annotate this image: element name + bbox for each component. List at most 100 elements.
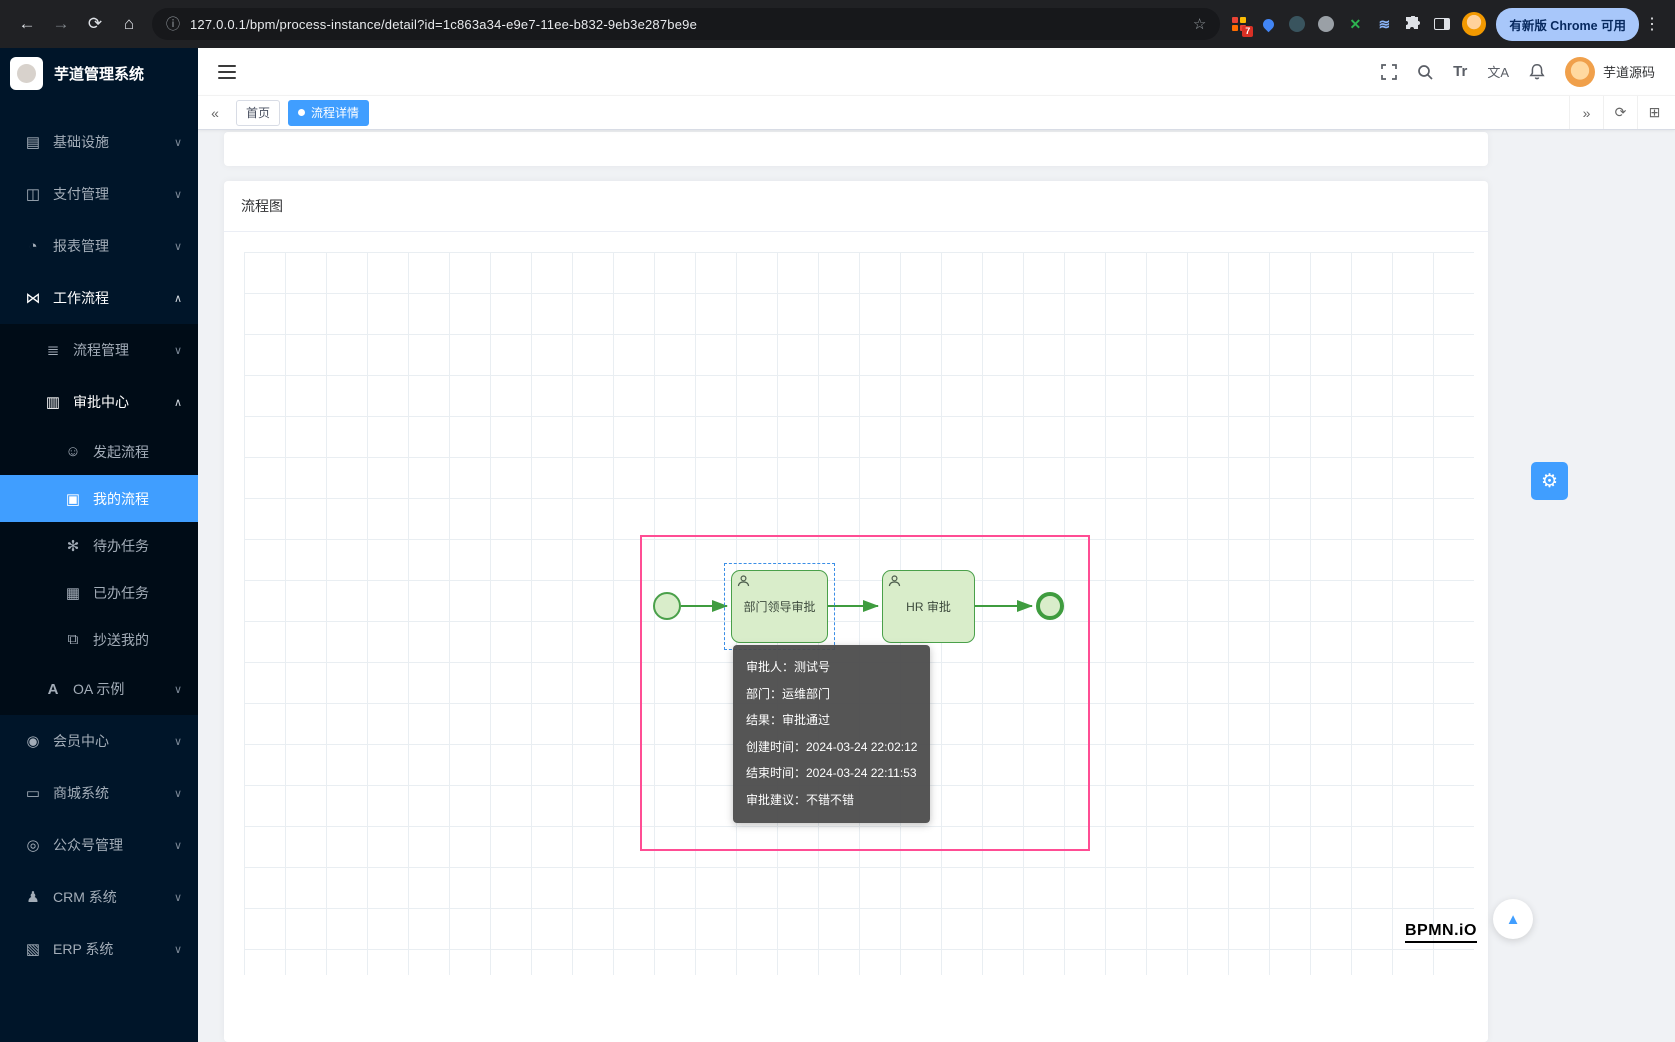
- browser-profile-avatar[interactable]: [1462, 12, 1486, 36]
- todo-task-icon: ✻: [62, 537, 84, 555]
- sidebar-item-start-process[interactable]: ☺ 发起流程: [0, 428, 198, 475]
- extensions-puzzle-icon[interactable]: [1404, 15, 1422, 33]
- bpmn-task-hr-approval[interactable]: HR 审批: [882, 570, 975, 643]
- tooltip-row: 结果：审批通过: [746, 707, 917, 734]
- bpmn-canvas[interactable]: 部门领导审批 HR 审批 审批人：测试号 部门：运维部门 结果：审批通过 创建时…: [224, 232, 1488, 1041]
- tooltip-row: 创建时间：2024-03-24 22:02:12: [746, 734, 917, 761]
- sidebar-menu: ▤ 基础设施 ∨ ◫ 支付管理 ∨ ◔ 报表管理 ∨ ⋈ 工作流程 ∧ ≣ 流程: [0, 98, 198, 975]
- browser-home-icon[interactable]: ⌂: [112, 7, 146, 41]
- report-icon: ◔: [22, 238, 44, 255]
- translate-icon[interactable]: 文A: [1487, 62, 1509, 81]
- user-task-icon: [888, 575, 901, 590]
- browser-toolbar: ← → ⟳ ⌂ ⓘ 127.0.0.1/bpm/process-instance…: [0, 0, 1675, 48]
- sidebar-item-mp-management[interactable]: ◎ 公众号管理 ∨: [0, 819, 198, 871]
- tooltip-row: 审批建议：不错不错: [746, 787, 917, 814]
- tags-scroll-right-icon[interactable]: »: [1569, 96, 1603, 129]
- bpmn-end-event[interactable]: [1036, 592, 1064, 620]
- browser-forward-icon[interactable]: →: [44, 7, 78, 41]
- pin-extension-icon[interactable]: [1259, 15, 1277, 33]
- green-extension-icon[interactable]: ✕: [1346, 15, 1364, 33]
- back-to-top-button[interactable]: ▲: [1493, 899, 1533, 939]
- chevron-down-icon: ∨: [174, 240, 182, 253]
- sidebar-item-approval-center[interactable]: ▥ 审批中心 ∧: [0, 376, 198, 428]
- bookmark-star-icon[interactable]: ☆: [1193, 15, 1206, 33]
- chevron-down-icon: ∨: [174, 683, 182, 696]
- member-icon: ◉: [22, 732, 44, 750]
- sidebar-item-payment[interactable]: ◫ 支付管理 ∨: [0, 168, 198, 220]
- card-title: 流程图: [224, 181, 1488, 232]
- sidebar-item-infrastructure[interactable]: ▤ 基础设施 ∨: [0, 116, 198, 168]
- crm-icon: ♟: [22, 888, 44, 906]
- chevron-down-icon: ∨: [174, 188, 182, 201]
- sidebar-item-crm-system[interactable]: ♟ CRM 系统 ∨: [0, 871, 198, 923]
- monitor-icon: ▤: [22, 133, 44, 151]
- sidebar-item-process-management[interactable]: ≣ 流程管理 ∨: [0, 324, 198, 376]
- tags-view-bar: « 首页 流程详情 » ⟳ ⊞: [198, 96, 1675, 130]
- bpmn-io-logo[interactable]: BPMN.iO: [1405, 922, 1477, 943]
- bpmn-task-dept-leader-approval[interactable]: 部门领导审批: [731, 570, 828, 643]
- notification-bell-icon[interactable]: [1529, 63, 1545, 80]
- active-tab-dot: [298, 109, 305, 116]
- url-text[interactable]: 127.0.0.1/bpm/process-instance/detail?id…: [190, 17, 1183, 32]
- extension-badge: 7: [1242, 26, 1253, 37]
- font-size-icon[interactable]: Tr: [1453, 63, 1467, 80]
- search-icon[interactable]: [1417, 64, 1433, 80]
- sidebar-item-oa-demo[interactable]: A OA 示例 ∨: [0, 663, 198, 715]
- chrome-update-button[interactable]: 有新版 Chrome 可用: [1496, 8, 1639, 41]
- sidebar-item-todo-tasks[interactable]: ✻ 待办任务: [0, 522, 198, 569]
- mall-icon: ▭: [22, 784, 44, 802]
- sidebar-item-workflow[interactable]: ⋈ 工作流程 ∧: [0, 272, 198, 324]
- browser-refresh-icon[interactable]: ⟳: [78, 7, 112, 41]
- tags-scroll-left-icon[interactable]: «: [202, 105, 228, 121]
- gray-circle-extension-icon[interactable]: [1317, 15, 1335, 33]
- extensions-row: 7 ✕ ≋: [1230, 12, 1486, 36]
- erp-icon: ▧: [22, 940, 44, 958]
- globe-extension-icon[interactable]: [1288, 15, 1306, 33]
- chevron-down-icon: ∨: [174, 735, 182, 748]
- page-content: 流程图: [198, 130, 1675, 1042]
- side-panel-icon[interactable]: [1433, 15, 1451, 33]
- sidebar-item-done-tasks[interactable]: ▦ 已办任务: [0, 569, 198, 616]
- chevron-up-icon: ∧: [174, 396, 182, 409]
- done-task-icon: ▦: [62, 584, 84, 602]
- sidebar-item-report[interactable]: ◔ 报表管理 ∨: [0, 220, 198, 272]
- previous-card-bottom: [224, 132, 1488, 166]
- fullscreen-icon[interactable]: [1381, 64, 1397, 80]
- menu-fold-icon[interactable]: [218, 64, 236, 80]
- sidebar-item-my-process[interactable]: ▣ 我的流程: [0, 475, 198, 522]
- oa-demo-icon: A: [42, 681, 64, 698]
- theme-settings-button[interactable]: ⚙: [1531, 462, 1568, 500]
- cc-me-icon: ⧉: [62, 631, 84, 648]
- tab-home[interactable]: 首页: [236, 100, 280, 126]
- task-tooltip: 审批人：测试号 部门：运维部门 结果：审批通过 创建时间：2024-03-24 …: [733, 645, 930, 823]
- site-info-icon[interactable]: ⓘ: [166, 14, 180, 34]
- app-logo[interactable]: 芋道管理系统: [0, 48, 198, 98]
- browser-back-icon[interactable]: ←: [10, 7, 44, 41]
- address-bar[interactable]: ⓘ 127.0.0.1/bpm/process-instance/detail?…: [152, 8, 1220, 40]
- bpmn-start-event[interactable]: [653, 592, 681, 620]
- sequence-flows: [224, 232, 1470, 1012]
- user-menu[interactable]: 芋道源码: [1565, 57, 1655, 87]
- user-avatar: [1565, 57, 1595, 87]
- sidebar-item-erp-system[interactable]: ▧ ERP 系统 ∨: [0, 923, 198, 975]
- app-header: Tr 文A 芋道源码: [198, 48, 1675, 96]
- grid-extension-icon[interactable]: 7: [1230, 15, 1248, 33]
- tooltip-row: 结束时间：2024-03-24 22:11:53: [746, 760, 917, 787]
- chevron-down-icon: ∨: [174, 891, 182, 904]
- tags-layout-icon[interactable]: ⊞: [1637, 96, 1671, 129]
- user-name: 芋道源码: [1603, 62, 1655, 81]
- workflow-icon: ⋈: [22, 289, 44, 307]
- tooltip-row: 部门：运维部门: [746, 681, 917, 708]
- browser-menu-icon[interactable]: ⋮: [1639, 14, 1665, 34]
- tab-process-detail[interactable]: 流程详情: [288, 100, 369, 126]
- sidebar-item-member-center[interactable]: ◉ 会员中心 ∨: [0, 715, 198, 767]
- chevron-down-icon: ∨: [174, 943, 182, 956]
- sidebar-item-mall-system[interactable]: ▭ 商城系统 ∨: [0, 767, 198, 819]
- sidebar-item-cc-me[interactable]: ⧉ 抄送我的: [0, 616, 198, 663]
- user-task-icon: [737, 575, 750, 590]
- tags-refresh-icon[interactable]: ⟳: [1603, 96, 1637, 129]
- approval-center-icon: ▥: [42, 393, 64, 411]
- tooltip-row: 审批人：测试号: [746, 654, 917, 681]
- chevron-up-icon: ∧: [174, 292, 182, 305]
- layers-extension-icon[interactable]: ≋: [1375, 15, 1393, 33]
